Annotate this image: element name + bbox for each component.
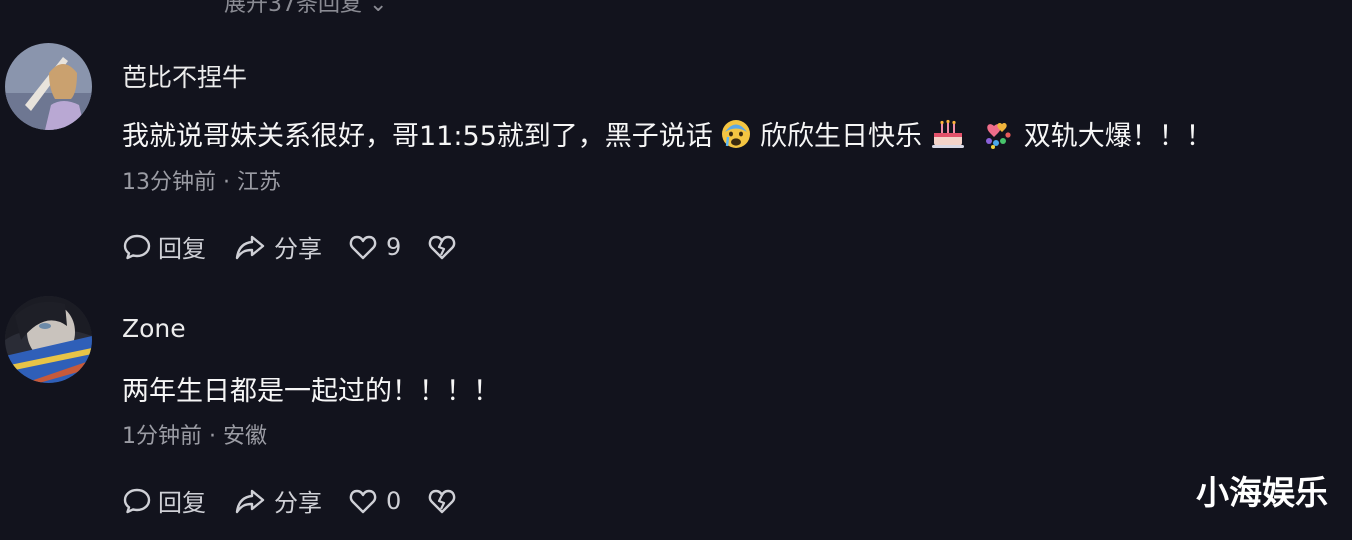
comment-meta: 1分钟前 · 安徽 (122, 424, 267, 449)
comment-actions: 回复 分享 9 (122, 229, 489, 264)
expand-replies-link[interactable]: 展开37条回复 ⌄ (224, 0, 387, 18)
share-button[interactable]: 分享 (232, 229, 322, 264)
dislike-button[interactable] (427, 232, 463, 262)
comment-text-part: 欣欣生日快乐 (760, 121, 922, 152)
heart-icon (349, 235, 377, 259)
like-count: 0 (386, 486, 402, 515)
heart-cluster-emoji-icon (981, 119, 1015, 156)
broken-heart-icon (429, 489, 456, 513)
birthday-cake-emoji-icon (931, 119, 965, 156)
comment-text-part: 我就说哥妹关系很好，哥11:55就到了，黑子说话 (122, 121, 713, 152)
broken-heart-icon (429, 235, 456, 259)
comment-bubble-icon (123, 234, 151, 259)
share-label: 分享 (274, 235, 322, 263)
heart-icon (349, 489, 377, 513)
like-button[interactable]: 0 (348, 486, 401, 516)
watermark: 小海娱乐 (1196, 473, 1328, 512)
dislike-button[interactable] (427, 486, 463, 516)
reply-button[interactable]: 回复 (122, 229, 206, 264)
comment-actions: 回复 分享 0 (122, 483, 489, 518)
share-label: 分享 (274, 489, 322, 517)
share-arrow-icon (235, 489, 265, 513)
reply-label: 回复 (158, 235, 206, 263)
comment-meta: 13分钟前 · 江苏 (122, 170, 281, 195)
share-button[interactable]: 分享 (232, 483, 322, 518)
like-button[interactable]: 9 (348, 232, 401, 262)
comment-text: 我就说哥妹关系很好，哥11:55就到了，黑子说话 欣欣生日快乐 双轨大爆！！！ (122, 114, 1213, 156)
like-count: 9 (386, 232, 402, 261)
comment-username[interactable]: 芭比不捏牛 (122, 58, 247, 94)
comment-text: 两年生日都是一起过的！！！！ (122, 376, 500, 407)
comment-username[interactable]: Zone (122, 314, 186, 343)
avatar[interactable] (5, 43, 92, 130)
crying-face-emoji-icon (721, 119, 751, 156)
avatar[interactable] (5, 296, 92, 383)
reply-label: 回复 (158, 489, 206, 517)
reply-button[interactable]: 回复 (122, 483, 206, 518)
comment-bubble-icon (123, 488, 151, 513)
share-arrow-icon (235, 235, 265, 259)
comment-text-part: 双轨大爆！！！ (1023, 121, 1213, 152)
